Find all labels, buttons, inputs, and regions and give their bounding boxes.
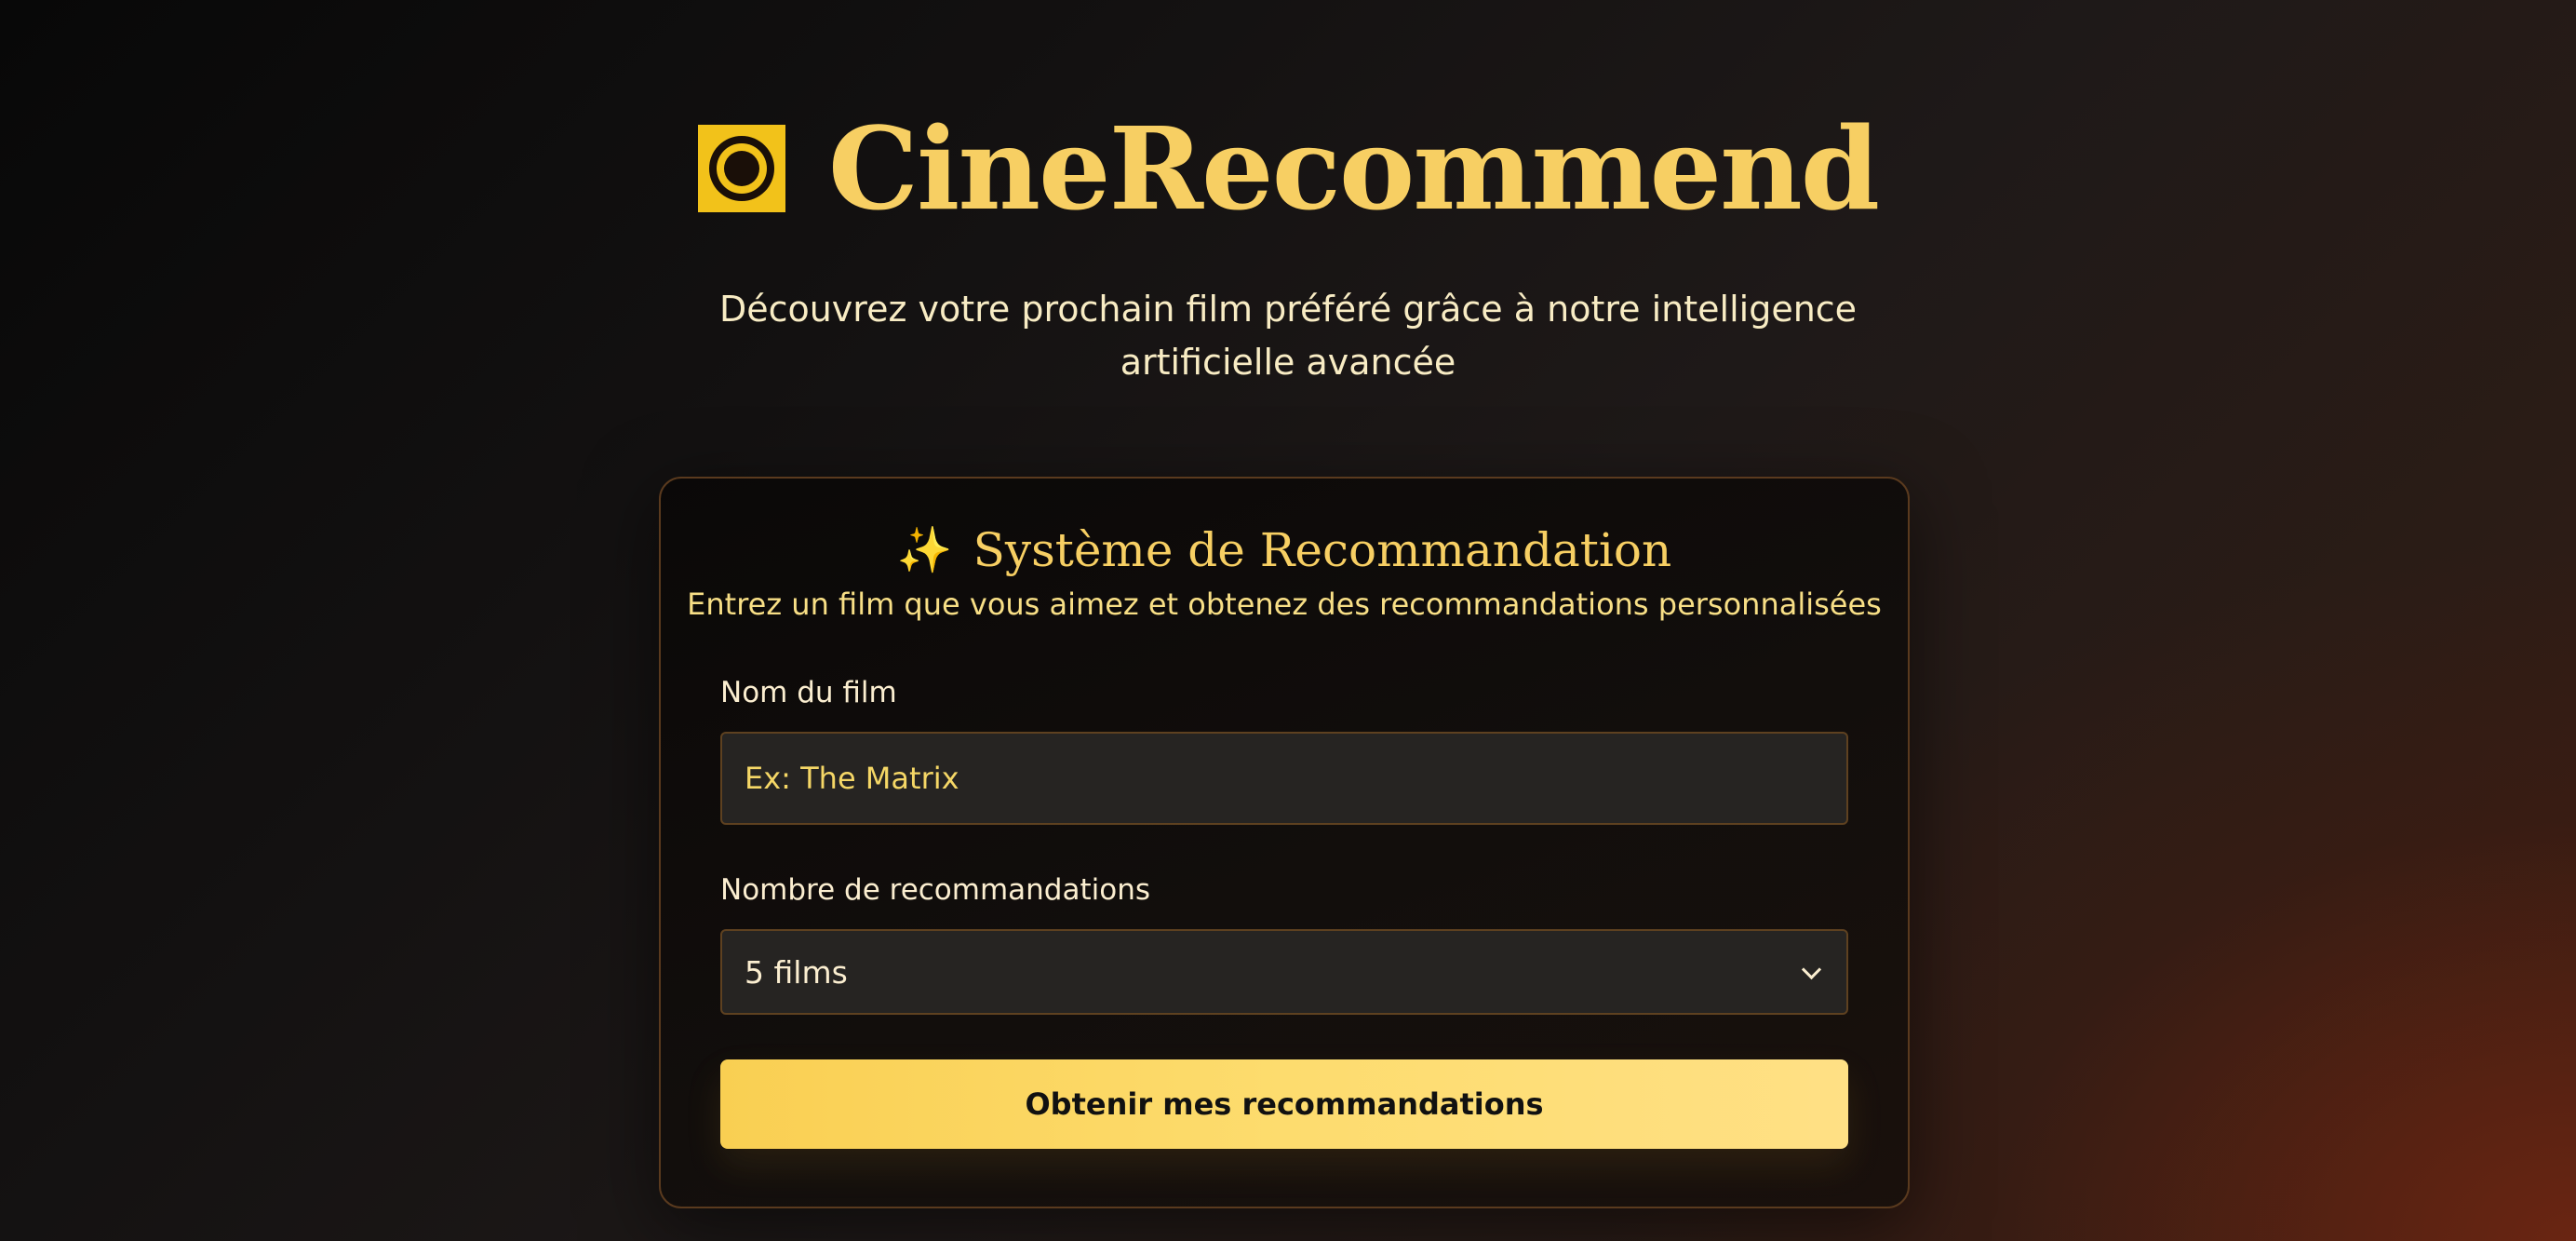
- chevron-down-icon: [1801, 959, 1822, 979]
- recommendation-count-value: 5 films: [745, 953, 848, 991]
- film-name-label: Nom du film: [720, 676, 897, 709]
- tagline-line-2: artificielle avancée: [1120, 342, 1456, 383]
- recommendation-count-select[interactable]: 5 films: [720, 929, 1848, 1015]
- tagline-line-1: Découvrez votre prochain film préféré gr…: [718, 289, 1858, 330]
- card-title: Système de Recommandation: [973, 523, 1672, 577]
- film-name-input[interactable]: [720, 732, 1848, 825]
- card-header: ✨ Système de Recommandation: [661, 527, 1908, 573]
- tagline: Découvrez votre prochain film préféré gr…: [0, 283, 2576, 389]
- card-subtitle: Entrez un film que vous aimez et obtenez…: [687, 587, 1882, 622]
- recommendation-count-label: Nombre de recommandations: [720, 873, 1151, 907]
- app-title: CineRecommend: [827, 101, 1880, 236]
- brand-header: CineRecommend: [0, 112, 2576, 225]
- sparkles-icon: ✨: [896, 524, 953, 576]
- get-recommendations-button[interactable]: Obtenir mes recommandations: [720, 1059, 1848, 1149]
- film-frame-icon: [697, 125, 785, 212]
- recommendation-card: ✨ Système de Recommandation Entrez un fi…: [659, 477, 1910, 1208]
